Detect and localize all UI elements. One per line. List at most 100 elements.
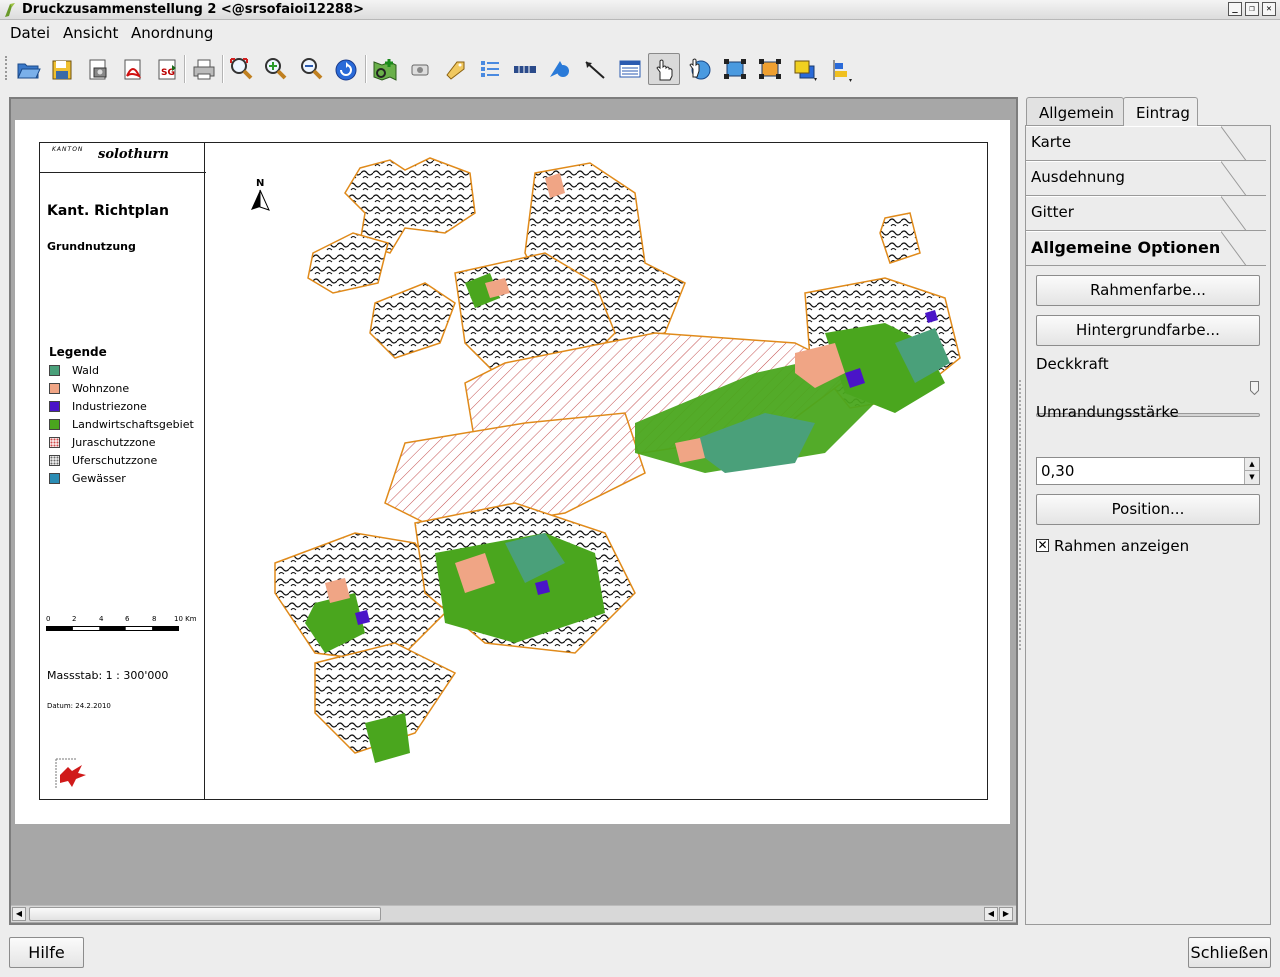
- north-arrow-icon: [251, 189, 270, 211]
- opacity-slider-thumb[interactable]: [1250, 381, 1259, 395]
- window-title: Druckzusammenstellung 2 <@srsofaioi12288…: [22, 2, 364, 17]
- scroll-left-end-arrow-icon[interactable]: ◀: [984, 907, 998, 921]
- add-label-icon[interactable]: [439, 53, 471, 85]
- section-label: Allgemeine Optionen: [1031, 238, 1221, 257]
- add-image-icon[interactable]: [404, 53, 436, 85]
- section-label: Ausdehnung: [1031, 168, 1125, 186]
- refresh-icon[interactable]: [330, 53, 362, 85]
- opacity-label: Deckkraft: [1036, 355, 1109, 373]
- open-template-icon[interactable]: [12, 53, 44, 85]
- section-allgemeine-optionen[interactable]: Allgemeine Optionen: [1026, 231, 1270, 266]
- logo-kanton-text: KANTON: [52, 146, 84, 153]
- toolbar-grip[interactable]: [5, 56, 10, 80]
- print-icon[interactable]: [188, 53, 220, 85]
- zoom-in-icon[interactable]: [259, 53, 291, 85]
- scrollbar-handle[interactable]: [29, 907, 381, 921]
- map-graphic: N: [251, 157, 961, 763]
- swatch-juraschutzzone: [49, 437, 60, 448]
- position-button[interactable]: Position...: [1036, 494, 1260, 525]
- menubar: Datei Ansicht Anordnung: [0, 21, 1280, 45]
- toolbar-separator: [222, 55, 224, 83]
- help-button[interactable]: Hilfe: [9, 937, 84, 968]
- print-layout-page: KANTON solothurn Kant. Richtplan Grundnu…: [15, 120, 1010, 824]
- outline-width-value[interactable]: 0,30: [1041, 462, 1074, 480]
- composer-canvas[interactable]: KANTON solothurn Kant. Richtplan Grundnu…: [9, 97, 1018, 925]
- scale-tick-label: 8: [152, 615, 157, 623]
- maximize-button[interactable]: ❐: [1245, 2, 1259, 16]
- tab-panel-eintrag: Karte Ausdehnung Gitter Allgemeine Optio…: [1025, 125, 1271, 925]
- scale-tick-label: 10 Km: [174, 615, 197, 623]
- scale-tick-label: 0: [46, 615, 51, 623]
- outline-width-spinbox[interactable]: 0,30 ▲ ▼: [1036, 457, 1260, 485]
- select-move-icon[interactable]: [648, 53, 680, 85]
- spin-up-icon[interactable]: ▲: [1244, 458, 1259, 471]
- background-color-button[interactable]: Hintergrundfarbe...: [1036, 315, 1260, 346]
- panel-splitter[interactable]: [1019, 380, 1023, 650]
- outline-width-label-text: Umrandungsstärke: [1036, 403, 1179, 421]
- move-content-icon[interactable]: [684, 53, 716, 85]
- tab-allgemein[interactable]: Allgemein: [1026, 97, 1124, 125]
- layout-subtitle: Grundnutzung: [47, 240, 136, 253]
- swatch-wohnzone: [49, 383, 60, 394]
- section-ausdehnung[interactable]: Ausdehnung: [1026, 161, 1270, 196]
- raise-items-icon[interactable]: [789, 53, 821, 85]
- scroll-left-arrow-icon[interactable]: ◀: [12, 907, 26, 921]
- toolbar-separator: [365, 55, 367, 83]
- export-svg-icon[interactable]: SG: [151, 53, 183, 85]
- composer-toolbar: SG: [0, 49, 1280, 89]
- section-gitter[interactable]: Gitter: [1026, 196, 1270, 231]
- add-arrow-icon[interactable]: [579, 53, 611, 85]
- canvas-horizontal-scrollbar[interactable]: ◀ ◀ ▶: [11, 905, 1016, 922]
- sogis-logo: [50, 753, 106, 793]
- north-label: N: [256, 178, 264, 189]
- group-icon[interactable]: [719, 53, 751, 85]
- swatch-uferschutzzone: [49, 455, 60, 466]
- kanton-logo: KANTON solothurn: [40, 143, 206, 173]
- scale-tick-label: 2: [72, 615, 77, 623]
- swatch-gewaesser: [49, 473, 60, 484]
- scale-text: Massstab: 1 : 300'000: [47, 669, 169, 682]
- zoom-out-icon[interactable]: [295, 53, 327, 85]
- zoom-full-icon[interactable]: [225, 53, 257, 85]
- align-items-icon[interactable]: [824, 53, 856, 85]
- scale-tick-label: 6: [125, 615, 130, 623]
- minimize-button[interactable]: _: [1228, 2, 1242, 16]
- swatch-wald: [49, 365, 60, 376]
- legend-title: Legende: [49, 345, 107, 359]
- frame-color-button[interactable]: Rahmenfarbe...: [1036, 275, 1260, 306]
- menu-ansicht[interactable]: Ansicht: [63, 24, 118, 42]
- legend-panel[interactable]: KANTON solothurn Kant. Richtplan Grundnu…: [39, 142, 206, 800]
- close-window-button[interactable]: ✕: [1262, 2, 1276, 16]
- export-image-icon[interactable]: [82, 53, 114, 85]
- spin-down-icon[interactable]: ▼: [1244, 471, 1259, 484]
- add-shape-icon[interactable]: [544, 53, 576, 85]
- toolbar-separator: [184, 55, 186, 83]
- section-karte[interactable]: Karte: [1026, 126, 1270, 161]
- map-frame[interactable]: N: [204, 142, 988, 800]
- logo-solothurn-text: solothurn: [98, 147, 169, 162]
- section-label: Gitter: [1031, 203, 1074, 221]
- close-button[interactable]: Schließen: [1188, 937, 1271, 968]
- scroll-right-arrow-icon[interactable]: ▶: [999, 907, 1013, 921]
- save-template-icon[interactable]: [46, 53, 78, 85]
- qgis-app-icon: [5, 3, 15, 17]
- section-label: Karte: [1031, 133, 1072, 151]
- add-map-icon[interactable]: [369, 53, 401, 85]
- add-scalebar-icon[interactable]: [509, 53, 541, 85]
- menu-datei[interactable]: Datei: [10, 24, 50, 42]
- date-text: Datum: 24.2.2010: [47, 702, 111, 710]
- scalebar-graphic: [46, 626, 179, 631]
- swatch-industriezone: [49, 401, 60, 412]
- layout-title: Kant. Richtplan: [47, 203, 169, 219]
- tab-eintrag[interactable]: Eintrag: [1123, 97, 1198, 126]
- add-table-icon[interactable]: [614, 53, 646, 85]
- show-frame-checkbox[interactable]: ✕: [1036, 539, 1049, 552]
- menu-anordnung[interactable]: Anordnung: [131, 24, 213, 42]
- add-legend-icon[interactable]: [474, 53, 506, 85]
- export-pdf-icon[interactable]: [117, 53, 149, 85]
- scale-tick-label: 4: [99, 615, 104, 623]
- swatch-landwirtschaftsgebiet: [49, 419, 60, 430]
- ungroup-icon[interactable]: [754, 53, 786, 85]
- show-frame-label: Rahmen anzeigen: [1054, 537, 1190, 555]
- window-titlebar: Druckzusammenstellung 2 <@srsofaioi12288…: [0, 0, 1280, 20]
